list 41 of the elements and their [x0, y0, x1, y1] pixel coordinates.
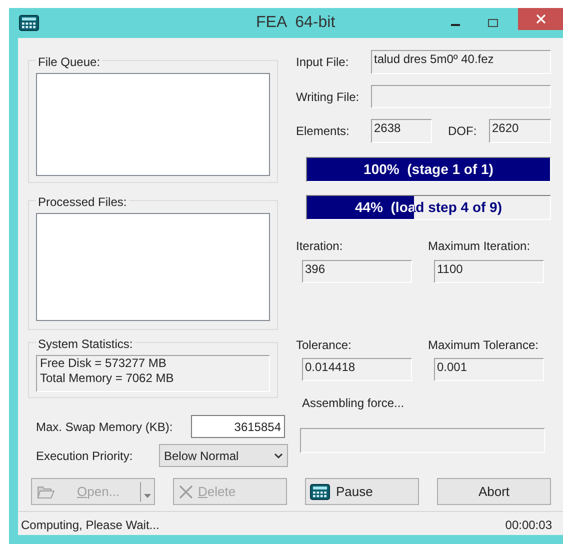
pause-button[interactable]: Pause [305, 478, 419, 505]
folder-icon [37, 484, 55, 498]
readonly-field[interactable]: 2638 [371, 119, 432, 143]
maximum-iteration-label: Maximum Iteration: [428, 238, 532, 255]
swap-memory-field[interactable]: 3615854 [191, 415, 285, 438]
close-icon [179, 484, 193, 498]
maximum-tolerance-label: Maximum Tolerance: [428, 337, 540, 354]
activity-label: Assembling force... [302, 395, 406, 412]
readonly-field[interactable] [371, 85, 551, 108]
maximize-button[interactable] [488, 19, 498, 27]
processed-files-list[interactable] [36, 213, 270, 321]
writing-file-label: Writing File: [296, 88, 360, 106]
close-button[interactable] [518, 8, 563, 30]
tolerance-label: Tolerance: [296, 337, 352, 354]
priority-label: Execution Priority: [36, 448, 133, 464]
readonly-field[interactable]: 1100 [434, 260, 544, 283]
readonly-field[interactable]: talud dres 5m0º 40.fez [371, 50, 551, 74]
window-title: FEA 64-bit [256, 13, 336, 33]
dof-label: DOF: [448, 123, 478, 140]
iteration-label: Iteration: [296, 238, 344, 255]
swap-memory-label: Max. Swap Memory (KB): [36, 418, 173, 436]
statistics-line: Total Memory = 7062 MB [40, 371, 175, 386]
status-message: Computing, Please Wait... [21, 516, 160, 534]
readonly-field[interactable]: 0.001 [434, 358, 544, 381]
close-icon [536, 14, 546, 24]
calculator-icon [310, 484, 330, 500]
chevron-down-icon [274, 452, 283, 458]
elements-label: Elements: [296, 123, 350, 140]
file-queue-list[interactable] [36, 73, 270, 176]
readonly-field[interactable]: 2620 [489, 119, 551, 143]
abort-button[interactable]: Abort [437, 478, 551, 505]
progress-bar: 100% (stage 1 of 1) [306, 157, 551, 182]
activity-field[interactable] [300, 428, 545, 453]
elapsed-time: 00:00:03 [505, 516, 552, 534]
readonly-field[interactable]: 0.014418 [302, 358, 412, 381]
open-label: Open... [77, 482, 120, 501]
priority-dropdown[interactable]: Below Normal [159, 444, 288, 467]
input-file-label: Input File: [296, 54, 350, 71]
statistics-line: Free Disk = 573277 MB [40, 356, 168, 371]
app-icon [19, 15, 39, 31]
readonly-field[interactable]: 396 [302, 260, 412, 283]
